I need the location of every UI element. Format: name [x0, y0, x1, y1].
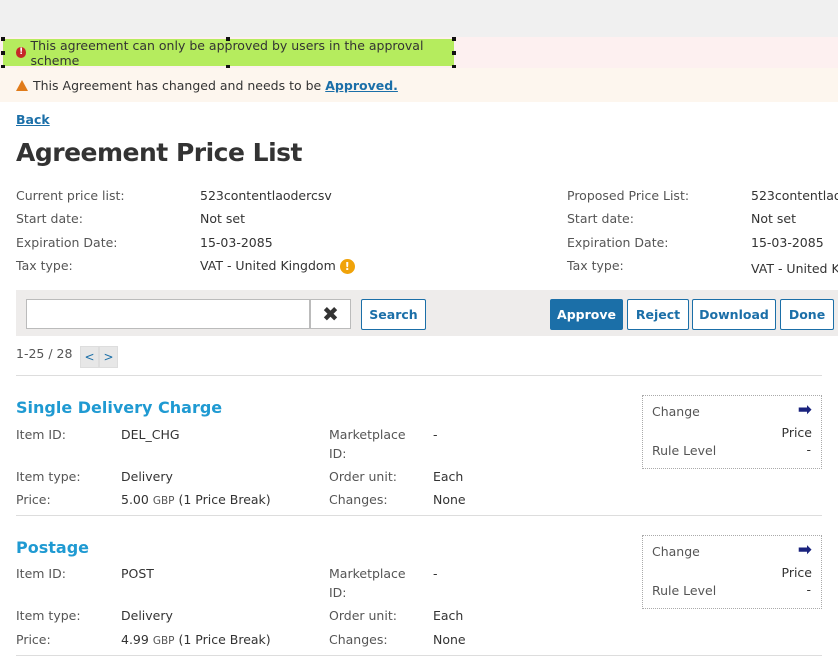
search-input[interactable] [26, 299, 310, 329]
marketplace-label: Marketplace [329, 427, 406, 442]
item-id-label: Item ID: [16, 566, 66, 581]
error-text: This agreement can only be approved by u… [30, 37, 424, 68]
rule-level-label: Rule Level [652, 443, 717, 458]
current-expiry-label: Expiration Date: [16, 235, 118, 250]
clear-search-button[interactable]: ✖ [310, 299, 351, 329]
change-price-label: Price [781, 425, 813, 440]
order-unit-value: Each [433, 469, 464, 484]
changes-label: Changes: [329, 632, 388, 647]
top-strip [0, 0, 838, 37]
item-type-label: Item type: [16, 469, 81, 484]
current-tax-label: Tax type: [16, 258, 73, 273]
page-title: Agreement Price List [16, 138, 302, 167]
current-tax-value: VAT - United Kingdom! [200, 258, 355, 274]
rule-level-value: - [806, 582, 811, 597]
price-label: Price: [16, 632, 51, 647]
current-start-value: Not set [200, 211, 245, 226]
price-value: 4.99 GBP (1 Price Break) [121, 632, 271, 647]
proposed-tax-value: VAT - United Kingdom [751, 261, 838, 276]
proposed-tax-label: Tax type: [567, 258, 624, 273]
current-expiry-value: 15-03-2085 [200, 235, 273, 250]
search-button[interactable]: Search [361, 299, 426, 330]
proposed-price-list-value: 523contentlaodercsv [751, 188, 838, 203]
warning-banner: This Agreement has changed and needs to … [0, 68, 838, 102]
download-button[interactable]: Download [692, 299, 776, 330]
marketplace-label: Marketplace [329, 566, 406, 581]
current-price-list-value: 523contentlaodercsv [200, 188, 332, 203]
marketplace-label-id: ID: [329, 446, 347, 461]
item-title[interactable]: Single Delivery Charge [16, 398, 222, 417]
price-breaks: (1 Price Break) [178, 492, 271, 507]
change-price-label: Price [781, 565, 813, 580]
item-id-value: POST [121, 566, 154, 581]
current-price-list-label: Current price list: [16, 188, 125, 203]
proposed-start-label: Start date: [567, 211, 634, 226]
rule-level-value: - [806, 442, 811, 457]
proposed-expiry-value: 15-03-2085 [751, 235, 824, 250]
item-title[interactable]: Postage [16, 538, 89, 557]
order-unit-label: Order unit: [329, 608, 397, 623]
price-amount: 5.00 [121, 492, 149, 507]
divider [16, 515, 822, 516]
change-summary-box: Change ➡ Price Rule Level - [642, 535, 822, 609]
marketplace-value: - [433, 566, 438, 581]
change-summary-box: Change ➡ Price Rule Level - [642, 395, 822, 469]
reject-button[interactable]: Reject [627, 299, 689, 330]
item-id-value: DEL_CHG [121, 427, 180, 442]
approve-button[interactable]: Approve [550, 299, 623, 330]
changes-label: Changes: [329, 492, 388, 507]
error-message: ! This agreement can only be approved by… [3, 37, 454, 68]
error-icon: ! [16, 47, 27, 58]
selection-handle[interactable] [1, 51, 5, 55]
price-breaks: (1 Price Break) [178, 632, 271, 647]
close-icon: ✖ [322, 302, 339, 326]
proposed-price-list-label: Proposed Price List: [567, 188, 690, 203]
item-type-label: Item type: [16, 608, 81, 623]
item-id-label: Item ID: [16, 427, 66, 442]
marketplace-label-id: ID: [329, 585, 347, 600]
price-currency: GBP [152, 495, 175, 507]
marketplace-value: - [433, 427, 438, 442]
pagination-range: 1-25 / 28 [16, 346, 73, 361]
price-label: Price: [16, 492, 51, 507]
order-unit-value: Each [433, 608, 464, 623]
item-type-value: Delivery [121, 469, 173, 484]
proposed-expiry-label: Expiration Date: [567, 235, 669, 250]
change-label: Change [652, 544, 700, 559]
rule-level-label: Rule Level [652, 583, 717, 598]
change-label: Change [652, 404, 700, 419]
changes-value: None [433, 492, 466, 507]
warning-text: This Agreement has changed and needs to … [33, 77, 322, 93]
selection-handle[interactable] [1, 37, 5, 41]
current-start-label: Start date: [16, 211, 83, 226]
warning-info-icon[interactable]: ! [339, 259, 355, 274]
arrow-right-icon: ➡ [797, 400, 812, 420]
current-tax-text: VAT - United Kingdom [200, 258, 336, 273]
proposed-start-value: Not set [751, 211, 796, 226]
selection-handle[interactable] [226, 37, 230, 41]
prev-page-button[interactable]: < [80, 346, 99, 368]
approved-link[interactable]: Approved. [325, 78, 398, 93]
back-link[interactable]: Back [16, 112, 50, 127]
arrow-right-icon: ➡ [797, 540, 812, 560]
next-page-button[interactable]: > [99, 346, 118, 368]
selection-handle[interactable] [452, 37, 456, 41]
selection-handle[interactable] [452, 51, 456, 55]
price-value: 5.00 GBP (1 Price Break) [121, 492, 271, 507]
warning-icon [16, 79, 28, 91]
price-amount: 4.99 [121, 632, 149, 647]
divider [16, 655, 822, 656]
price-currency: GBP [152, 635, 175, 647]
order-unit-label: Order unit: [329, 469, 397, 484]
item-type-value: Delivery [121, 608, 173, 623]
divider [16, 375, 822, 376]
changes-value: None [433, 632, 466, 647]
done-button[interactable]: Done [780, 299, 834, 330]
